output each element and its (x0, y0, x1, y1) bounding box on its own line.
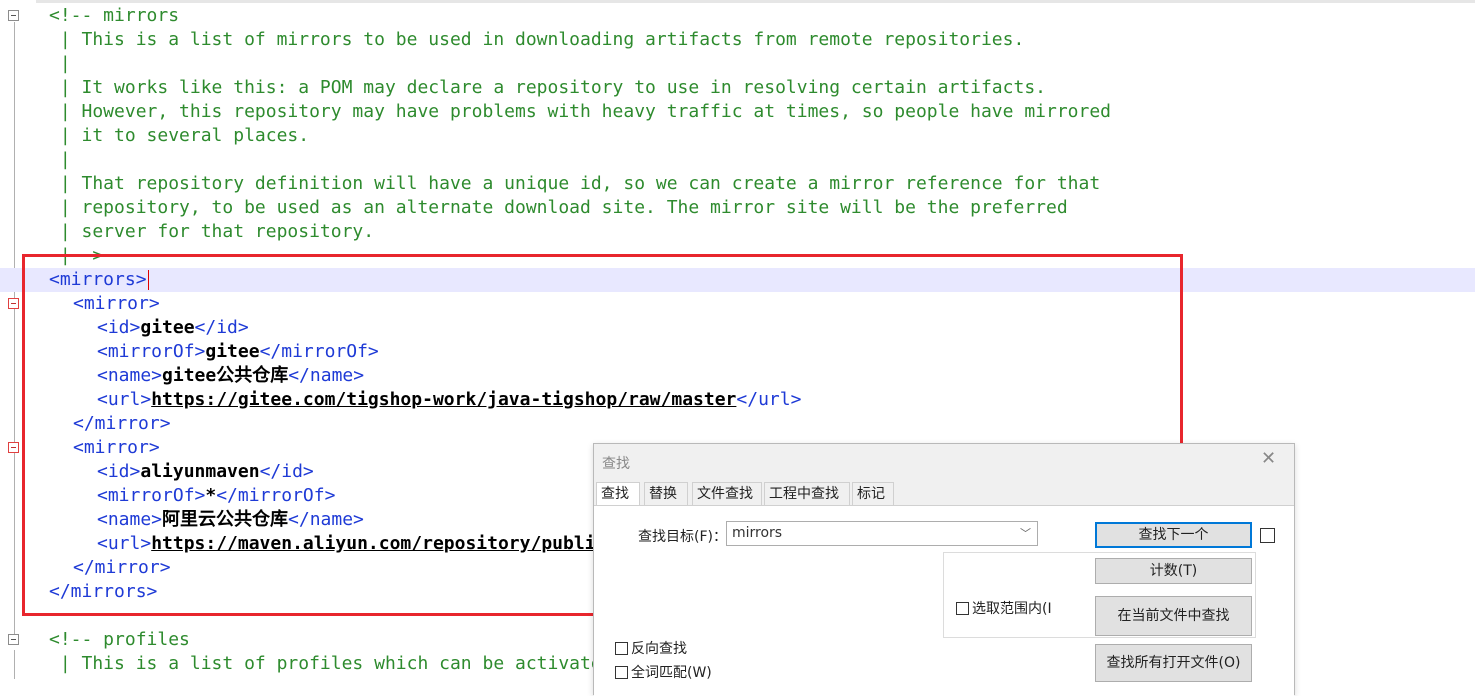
reverse-direction-checkbox[interactable]: 反向查找 (615, 638, 687, 658)
tab-find[interactable]: 查找 (596, 482, 640, 506)
find-in-all-docs-button[interactable]: 查找所有打开文件(O) (1095, 644, 1252, 682)
comment-text: | it to several places. (49, 125, 310, 146)
find-what-value: mirrors (732, 525, 783, 541)
code-line: | This is a list of mirrors to be used i… (0, 28, 1475, 52)
in-selection-checkbox[interactable]: 选取范围内(I (956, 598, 1052, 618)
find-what-input[interactable]: mirrors ﹀ (726, 521, 1038, 546)
code-line: | repository, to be used as an alternate… (0, 196, 1475, 220)
code-line: | (0, 148, 1475, 172)
comment-text: | It works like this: a POM may declare … (49, 77, 1046, 98)
code-line: <!-- mirrors (0, 4, 1475, 28)
close-icon[interactable]: ✕ (1261, 450, 1276, 468)
comment-text: <!-- mirrors (49, 5, 180, 26)
count-button[interactable]: 计数(T) (1095, 558, 1252, 584)
tab-find-in-projects[interactable]: 工程中查找 (764, 482, 850, 506)
checkbox-box[interactable] (615, 642, 628, 655)
code-line: | However, this repository may have prob… (0, 100, 1475, 124)
find-in-current-doc-button[interactable]: 在当前文件中查找 (1095, 596, 1252, 636)
comment-text: <!-- profiles (49, 629, 190, 650)
dialog-title: 查找 (602, 456, 630, 472)
editor-top-border (0, 0, 1475, 3)
checkbox-label: 反向查找 (631, 641, 687, 657)
chevron-down-icon[interactable]: ﹀ (1020, 522, 1031, 545)
code-line: | it to several places. (0, 124, 1475, 148)
code-line: | That repository definition will have a… (0, 172, 1475, 196)
comment-text: | That repository definition will have a… (49, 173, 1101, 194)
whole-word-checkbox[interactable]: 全词匹配(W) (615, 662, 712, 682)
comment-text: | (49, 149, 71, 170)
find-next-button[interactable]: 查找下一个 (1095, 522, 1252, 548)
find-what-label: 查找目标(F)： (638, 529, 727, 545)
comment-text: | However, this repository may have prob… (49, 101, 1112, 122)
tab-find-in-files[interactable]: 文件查找 (692, 482, 762, 506)
comment-text: | server for that repository. (49, 221, 375, 242)
comment-text: | (49, 53, 71, 74)
comment-text: | This is a list of mirrors to be used i… (49, 29, 1025, 50)
tab-replace[interactable]: 替换 (644, 482, 688, 506)
checkbox-label: 选取范围内(I (972, 601, 1052, 617)
code-line: | (0, 52, 1475, 76)
find-dialog[interactable]: 查找 ✕ 查找 替换 文件查找 工程中查找 标记 查找目标(F)： mirror… (593, 443, 1295, 696)
code-line: | server for that repository. (0, 220, 1475, 244)
tab-mark[interactable]: 标记 (852, 482, 894, 506)
option-checkbox[interactable] (1260, 528, 1275, 543)
comment-text: | repository, to be used as an alternate… (49, 197, 1068, 218)
checkbox-box[interactable] (615, 666, 628, 679)
code-line: | It works like this: a POM may declare … (0, 76, 1475, 100)
checkbox-box[interactable] (956, 602, 969, 615)
